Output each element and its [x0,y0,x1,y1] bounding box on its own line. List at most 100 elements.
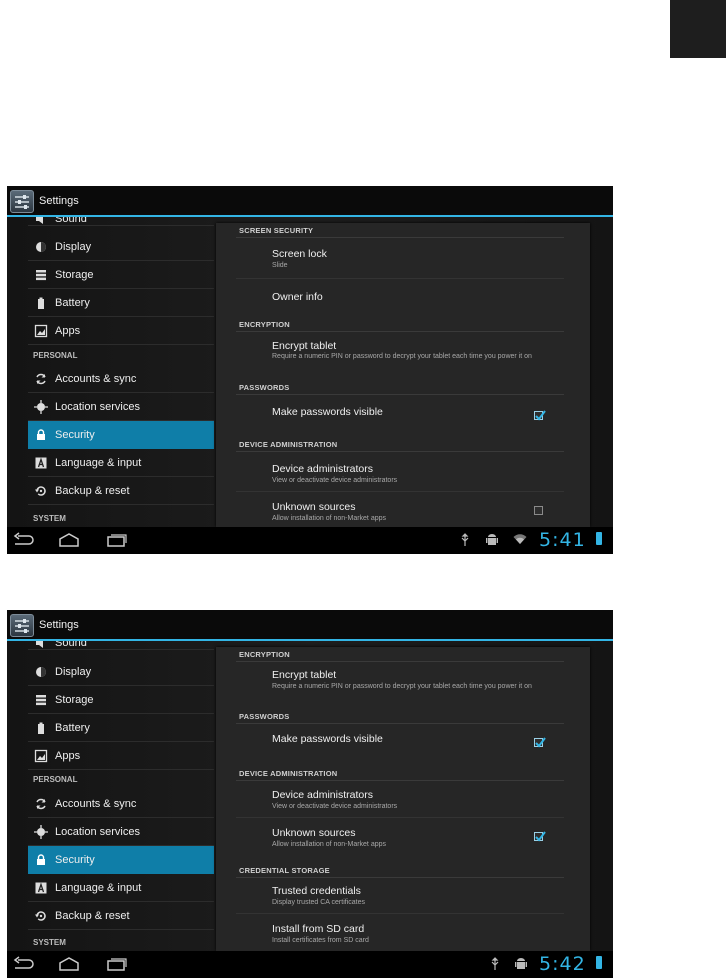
action-bar: Settings [7,610,613,641]
brightness-icon [36,667,46,677]
nav-item-battery[interactable]: Battery [28,289,214,317]
storage-icon [36,270,46,281]
nav-item-security[interactable]: Security [28,846,214,874]
lock-icon [37,854,45,865]
nav-item-apps[interactable]: Apps [28,317,214,345]
settings-app-icon[interactable] [10,614,34,637]
checkmark-icon [535,831,546,842]
section-divider [236,780,564,781]
sync-icon [36,798,46,810]
pref-divider [236,913,564,914]
page-tab-marker [670,0,726,58]
location-icon [34,400,48,414]
keyboard-icon [35,457,47,469]
section-divider [236,877,564,878]
section-encryption: ENCRYPTION [239,320,290,329]
usb-icon [491,957,499,970]
battery-icon [38,722,44,734]
nav-item-sound[interactable]: Sound [28,217,214,226]
nav-item-storage[interactable]: Storage [28,261,214,289]
battery-icon [38,297,44,309]
wifi-icon [513,534,527,544]
recent-apps-icon[interactable] [105,532,129,548]
nav-item-apps[interactable]: Apps [28,742,214,770]
make-passwords-visible-checkbox[interactable] [534,410,546,421]
android-debug-icon [486,534,498,545]
settings-content: Sound Display Storage Battery Apps PERSO… [7,217,613,527]
apps-icon [34,749,48,763]
status-clock: 5:42 [539,953,586,975]
nav-header-personal: PERSONAL [33,775,78,784]
section-passwords: PASSWORDS [239,383,290,392]
nav-item-location[interactable]: Location services [28,393,214,421]
apps-icon [34,324,48,338]
section-credential-storage: CREDENTIAL STORAGE [239,866,330,875]
pref-divider [236,278,564,279]
status-clock: 5:41 [539,529,586,551]
settings-content: Sound Display Storage Battery Apps PERSO… [7,641,613,951]
nav-item-display[interactable]: Display [28,658,214,686]
nav-item-battery[interactable]: Battery [28,714,214,742]
android-debug-icon [515,958,527,969]
nav-item-display[interactable]: Display [28,233,214,261]
section-device-administration: DEVICE ADMINISTRATION [239,769,338,778]
security-preferences: SCREEN SECURITY Screen lock Slide Owner … [216,223,590,527]
nav-item-accounts-sync[interactable]: Accounts & sync [28,790,214,818]
unknown-sources-checkbox[interactable] [534,506,543,515]
back-icon[interactable] [11,532,35,548]
nav-item-language[interactable]: Language & input [28,449,214,477]
pref-divider [236,817,564,818]
section-encryption: ENCRYPTION [239,650,290,659]
checkmark-icon [535,410,546,421]
nav-item-storage[interactable]: Storage [28,686,214,714]
nav-item-location[interactable]: Location services [28,818,214,846]
keyboard-icon [35,882,47,894]
security-preferences: ENCRYPTION Encrypt tablet Require a nume… [216,647,590,951]
storage-icon [36,695,46,706]
nav-item-security[interactable]: Security [28,421,214,449]
backup-icon [35,486,46,496]
nav-item-backup[interactable]: Backup & reset [28,902,214,930]
nav-header-personal: PERSONAL [33,351,78,360]
checkmark-icon [535,737,546,748]
section-divider [236,331,564,332]
battery-charging-icon [596,532,602,545]
home-icon[interactable] [57,532,81,548]
screenshot-2: Settings Sound Display Storage Battery A [7,610,613,978]
lock-icon [37,429,45,440]
nav-item-accounts-sync[interactable]: Accounts & sync [28,365,214,393]
nav-item-language[interactable]: Language & input [28,874,214,902]
unknown-sources-checkbox[interactable] [534,831,546,842]
usb-icon [461,533,469,546]
back-icon[interactable] [11,956,35,972]
action-bar: Settings [7,186,613,217]
speaker-icon [36,217,43,224]
settings-nav: Sound Display Storage Battery Apps PERSO… [28,641,214,951]
make-passwords-visible-checkbox[interactable] [534,737,546,748]
brightness-icon [36,242,46,252]
location-icon [34,825,48,839]
nav-item-backup[interactable]: Backup & reset [28,477,214,505]
backup-icon [35,911,46,921]
nav-header-system: SYSTEM [33,514,66,523]
speaker-icon [36,641,43,648]
system-bar: 5:41 [7,527,613,554]
battery-charging-icon [596,956,602,969]
nav-header-system: SYSTEM [33,938,66,947]
section-divider [236,661,564,662]
screenshot-1: Settings Sound Display Storage Battery A [7,186,613,554]
settings-app-icon[interactable] [10,190,34,213]
recent-apps-icon[interactable] [105,956,129,972]
app-title: Settings [39,195,79,207]
section-divider [236,237,564,238]
pref-divider [236,491,564,492]
nav-item-sound[interactable]: Sound [28,641,214,650]
section-divider [236,394,564,395]
settings-nav: Sound Display Storage Battery Apps PERSO… [28,217,214,527]
home-icon[interactable] [57,956,81,972]
section-device-administration: DEVICE ADMINISTRATION [239,440,338,449]
app-title: Settings [39,619,79,631]
section-divider [236,723,564,724]
section-screen-security: SCREEN SECURITY [239,226,314,235]
section-divider [236,451,564,452]
